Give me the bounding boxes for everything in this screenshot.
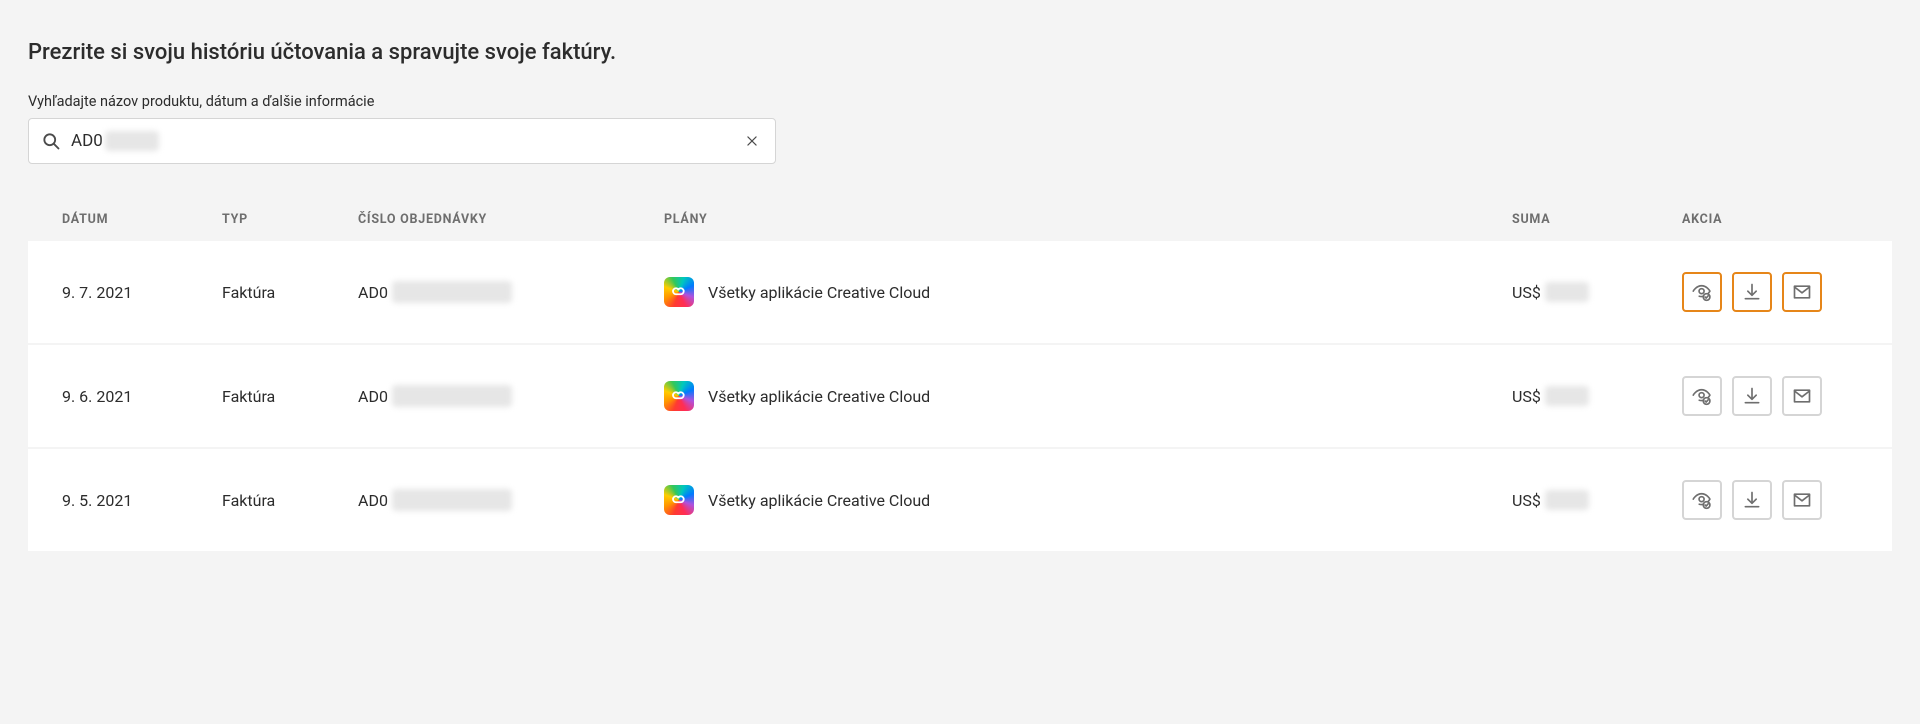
col-header-type: TYP: [222, 212, 358, 227]
cell-action: [1682, 272, 1858, 312]
order-prefix: AD0: [358, 283, 388, 302]
cell-date: 9. 5. 2021: [62, 491, 222, 510]
plan-name: Všetky aplikácie Creative Cloud: [708, 387, 930, 406]
cell-order: AD0: [358, 385, 664, 407]
cell-type: Faktúra: [222, 387, 358, 406]
cell-plan: Všetky aplikácie Creative Cloud: [664, 381, 1512, 411]
plan-name: Všetky aplikácie Creative Cloud: [708, 491, 930, 510]
email-invoice-button[interactable]: [1782, 480, 1822, 520]
search-input[interactable]: [159, 131, 731, 151]
amount-prefix: US$: [1512, 491, 1541, 510]
eye-check-icon: [1692, 490, 1712, 510]
view-invoice-button[interactable]: [1682, 376, 1722, 416]
eye-check-icon: [1692, 386, 1712, 406]
col-header-date: DÁTUM: [62, 212, 222, 227]
clear-search-button[interactable]: [741, 130, 763, 152]
table-row: 9. 7. 2021 Faktúra AD0 Všetky aplikácie …: [28, 241, 1892, 345]
search-value-prefix: AD0: [71, 131, 103, 151]
order-redacted: [392, 281, 512, 303]
search-box: AD0: [28, 118, 776, 164]
close-icon: [745, 134, 759, 148]
search-icon: [41, 131, 61, 151]
download-invoice-button[interactable]: [1732, 480, 1772, 520]
table-row: 9. 6. 2021 Faktúra AD0 Všetky aplikácie …: [28, 345, 1892, 449]
table-body: 9. 7. 2021 Faktúra AD0 Všetky aplikácie …: [28, 241, 1892, 553]
mail-icon: [1792, 490, 1812, 510]
col-header-order: ČÍSLO OBJEDNÁVKY: [358, 212, 664, 227]
cell-action: [1682, 480, 1858, 520]
download-icon: [1742, 282, 1762, 302]
order-redacted: [392, 489, 512, 511]
order-redacted: [392, 385, 512, 407]
creative-cloud-icon: [664, 381, 694, 411]
page-title: Prezrite si svoju históriu účtovania a s…: [28, 40, 1892, 65]
search-value-redacted: [105, 131, 159, 151]
mail-icon: [1792, 282, 1812, 302]
view-invoice-button[interactable]: [1682, 272, 1722, 312]
table-header: DÁTUM TYP ČÍSLO OBJEDNÁVKY PLÁNY SUMA AK…: [28, 212, 1892, 241]
col-header-amount: SUMA: [1512, 212, 1682, 227]
cell-type: Faktúra: [222, 491, 358, 510]
download-icon: [1742, 386, 1762, 406]
cell-action: [1682, 376, 1858, 416]
email-invoice-button[interactable]: [1782, 272, 1822, 312]
mail-icon: [1792, 386, 1812, 406]
cell-amount: US$: [1512, 490, 1682, 510]
email-invoice-button[interactable]: [1782, 376, 1822, 416]
search-label: Vyhľadajte názov produktu, dátum a ďalši…: [28, 93, 1892, 110]
cell-order: AD0: [358, 489, 664, 511]
creative-cloud-icon: [664, 277, 694, 307]
cell-date: 9. 7. 2021: [62, 283, 222, 302]
creative-cloud-icon: [664, 485, 694, 515]
col-header-plan: PLÁNY: [664, 212, 1512, 227]
order-prefix: AD0: [358, 491, 388, 510]
download-invoice-button[interactable]: [1732, 272, 1772, 312]
col-header-action: AKCIA: [1682, 212, 1858, 227]
cell-plan: Všetky aplikácie Creative Cloud: [664, 277, 1512, 307]
eye-check-icon: [1692, 282, 1712, 302]
amount-redacted: [1545, 386, 1589, 406]
cell-type: Faktúra: [222, 283, 358, 302]
download-invoice-button[interactable]: [1732, 376, 1772, 416]
amount-prefix: US$: [1512, 283, 1541, 302]
plan-name: Všetky aplikácie Creative Cloud: [708, 283, 930, 302]
download-icon: [1742, 490, 1762, 510]
cell-date: 9. 6. 2021: [62, 387, 222, 406]
billing-table: DÁTUM TYP ČÍSLO OBJEDNÁVKY PLÁNY SUMA AK…: [28, 212, 1892, 553]
cell-amount: US$: [1512, 386, 1682, 406]
cell-plan: Všetky aplikácie Creative Cloud: [664, 485, 1512, 515]
table-row: 9. 5. 2021 Faktúra AD0 Všetky aplikácie …: [28, 449, 1892, 553]
view-invoice-button[interactable]: [1682, 480, 1722, 520]
cell-amount: US$: [1512, 282, 1682, 302]
amount-redacted: [1545, 490, 1589, 510]
amount-prefix: US$: [1512, 387, 1541, 406]
order-prefix: AD0: [358, 387, 388, 406]
amount-redacted: [1545, 282, 1589, 302]
cell-order: AD0: [358, 281, 664, 303]
